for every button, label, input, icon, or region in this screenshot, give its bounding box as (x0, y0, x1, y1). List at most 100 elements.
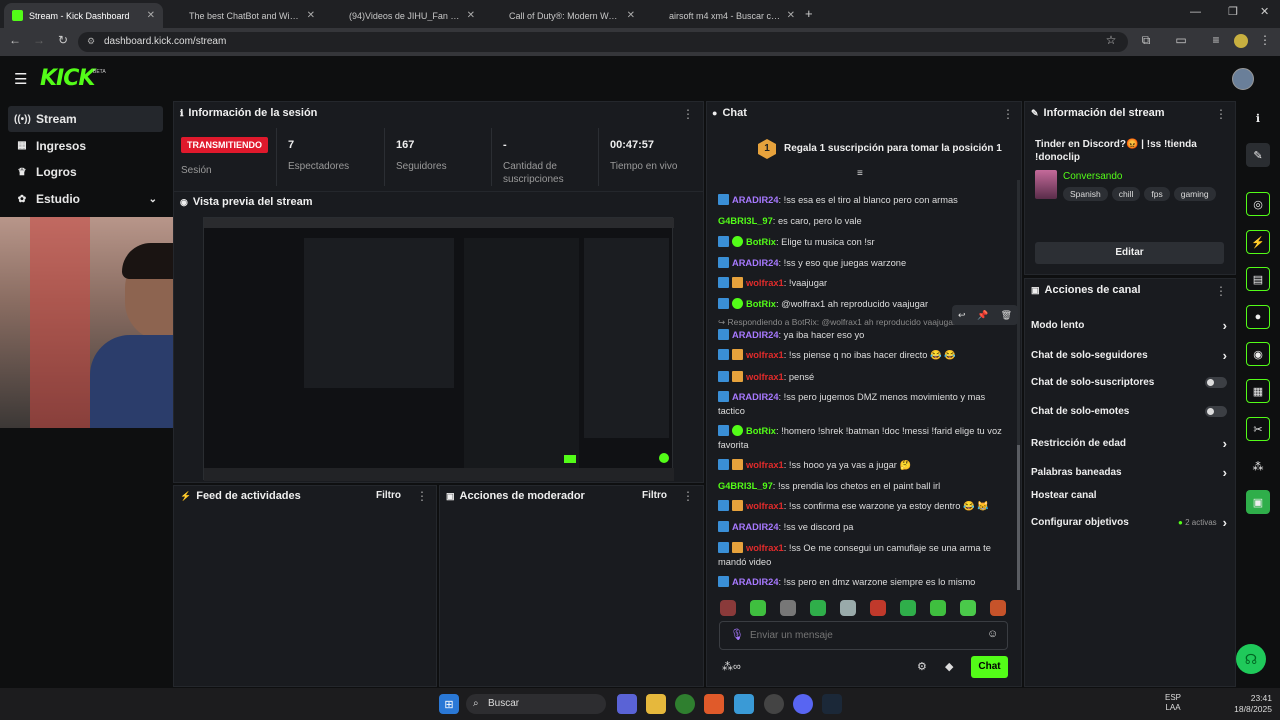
chat-username[interactable]: wolfrax1 (746, 460, 784, 470)
site-info-icon[interactable]: ⚙ (87, 36, 95, 47)
mod-filter-button[interactable]: Filtro (642, 490, 667, 501)
chat-scrollbar[interactable] (1017, 445, 1020, 590)
chat-username[interactable]: wolfrax1 (746, 372, 784, 382)
file-explorer-icon[interactable] (646, 694, 666, 714)
profile-avatar-icon[interactable] (1234, 34, 1248, 48)
chat-message[interactable]: wolfrax1: !ss confirma ese warzone ya es… (718, 499, 1008, 513)
chat-username[interactable]: ARADIR24 (732, 258, 779, 268)
chat-message[interactable]: ARADIR24: ya iba hacer eso yo (718, 328, 1008, 342)
mic-icon[interactable]: 🎙 (730, 628, 744, 641)
user-avatar[interactable] (1232, 68, 1254, 90)
chat-menu-icon[interactable]: ⋮ (1002, 107, 1014, 121)
cast-icon[interactable]: ▭ (1172, 33, 1190, 47)
browser-tab[interactable]: Stream - Kick Dashboard ✕ (4, 3, 163, 28)
emote-icon[interactable] (720, 600, 736, 616)
kick-logo[interactable]: KICK (40, 66, 95, 91)
nav-item-ingresos[interactable]: ▦ Ingresos (8, 133, 163, 159)
pin-icon[interactable]: 📌 (977, 310, 988, 321)
forward-icon[interactable]: → (30, 33, 48, 47)
browser-tab[interactable]: (94)Videos de JIHU_Fan (@juhu ✕ (324, 3, 483, 28)
toggle-switch[interactable] (1205, 377, 1227, 388)
emote-icon[interactable] (930, 600, 946, 616)
new-tab-button[interactable]: + (805, 6, 813, 21)
info-icon[interactable]: ℹ (1246, 106, 1270, 130)
browser-tab[interactable]: airsoft m4 xm4 - Buscar con Go ✕ (644, 3, 803, 28)
stream-info-menu-icon[interactable]: ⋮ (1215, 107, 1227, 121)
emote-icon[interactable] (840, 600, 856, 616)
browser-tab[interactable]: The best ChatBot and Widgets ✕ (164, 3, 323, 28)
chat-username[interactable]: G4BRI3L_97 (718, 216, 773, 226)
maximize-button[interactable]: ❐ (1228, 5, 1238, 18)
kicks-icon[interactable]: ⁂∞ (722, 660, 741, 673)
chat-message[interactable]: ARADIR24: !ss y eso que juegas warzone (718, 256, 1008, 270)
reload-icon[interactable]: ↻ (54, 33, 72, 47)
emote-icon[interactable] (810, 600, 826, 616)
bookmark-star-icon[interactable]: ☆ (1102, 33, 1120, 47)
emote-icon[interactable] (900, 600, 916, 616)
minimize-button[interactable]: — (1190, 6, 1201, 18)
url-input[interactable]: dashboard.kick.com/stream (78, 32, 1128, 52)
chat-message[interactable]: BotRix: !homero !shrek !batman !doc !mes… (718, 424, 1008, 452)
chat-username[interactable]: ARADIR24 (732, 522, 779, 532)
nav-item-estudio[interactable]: ✿ Estudio ⌄ (8, 186, 163, 212)
chat-username[interactable]: wolfrax1 (746, 278, 784, 288)
emote-icon[interactable] (960, 600, 976, 616)
edit-stream-button[interactable]: Editar (1035, 242, 1224, 264)
quick-emote-icon[interactable]: ◆ (945, 660, 953, 673)
chat-message[interactable]: ARADIR24: !ss ve discord pa (718, 520, 1008, 534)
chrome-icon[interactable] (675, 694, 695, 714)
layout-icon[interactable]: ▦ (1246, 379, 1270, 403)
chevron-down-icon[interactable]: ⌄ (149, 194, 157, 205)
document-icon[interactable]: ▤ (1246, 267, 1270, 291)
close-tab-icon[interactable]: ✕ (467, 10, 475, 21)
notepad-icon[interactable] (734, 694, 754, 714)
nav-item-logros[interactable]: ♛ Logros (8, 159, 163, 185)
emote-icon[interactable] (990, 600, 1006, 616)
chat-username[interactable]: wolfrax1 (746, 501, 784, 511)
chat-message-input[interactable] (750, 626, 970, 644)
chat-message[interactable]: BotRix: Elige tu musica con !sr (718, 235, 1008, 249)
bolt-icon[interactable]: ⚡ (1246, 230, 1270, 254)
channel-action-row[interactable]: Restricción de edad › (1031, 436, 1227, 451)
nav-item-stream[interactable]: ((•)) Stream (8, 106, 163, 132)
pinned-toggle-icon[interactable]: ≡ (857, 168, 863, 179)
channel-actions-menu-icon[interactable]: ⋮ (1215, 284, 1227, 298)
toggle-switch[interactable] (1205, 406, 1227, 417)
browser-tab[interactable]: Call of Duty®: Modern Warfare ✕ (484, 3, 643, 28)
chat-username[interactable]: G4BRI3L_97 (718, 481, 773, 491)
emoji-icon[interactable]: ☺ (987, 628, 998, 640)
chat-message[interactable]: G4BRI3L_97: es caro, pero lo vale (718, 214, 1008, 228)
obs-icon[interactable] (764, 694, 784, 714)
language-indicator[interactable]: ESP LAA (1165, 693, 1181, 713)
target-icon[interactable]: ◎ (1246, 192, 1270, 216)
send-chat-button[interactable]: Chat (971, 656, 1008, 678)
mod-menu-icon[interactable]: ⋮ (682, 489, 694, 503)
browser-menu-icon[interactable]: ⋮ (1256, 33, 1274, 47)
close-tab-icon[interactable]: ✕ (147, 10, 155, 21)
chat-username[interactable]: ARADIR24 (732, 195, 779, 205)
brave-icon[interactable] (704, 694, 724, 714)
close-tab-icon[interactable]: ✕ (307, 10, 315, 21)
pencil-icon[interactable]: ✎ (1246, 143, 1270, 167)
session-menu-icon[interactable]: ⋮ (682, 107, 694, 121)
chat-settings-icon[interactable]: ⚙ (917, 660, 927, 673)
chat-username[interactable]: ARADIR24 (732, 392, 779, 402)
discord-icon[interactable] (793, 694, 813, 714)
channel-action-row[interactable]: Chat de solo-seguidores › (1031, 348, 1227, 363)
taskbar-search[interactable]: ⌕ Buscar (466, 694, 606, 714)
close-tab-icon[interactable]: ✕ (627, 10, 635, 21)
broadcast-icon[interactable]: ◉ (1246, 342, 1270, 366)
chat-icon[interactable]: ● (1246, 305, 1270, 329)
wrench-icon[interactable]: ✂ (1246, 417, 1270, 441)
feed-menu-icon[interactable]: ⋮ (416, 489, 428, 503)
channel-action-row[interactable]: Configurar objetivos ● 2 activas › (1031, 515, 1227, 530)
chat-username[interactable]: BotRix (746, 237, 776, 247)
chat-username[interactable]: wolfrax1 (746, 543, 784, 553)
chat-message[interactable]: ARADIR24: !ss pero jugemos DMZ menos mov… (718, 390, 1008, 418)
category-name[interactable]: Conversando (1063, 171, 1122, 182)
chat-message[interactable]: wolfrax1: !ss piense q no ibas hacer dir… (718, 348, 1008, 362)
chat-message[interactable]: wolfrax1: !ss hooo ya ya vas a jugar 🤔 (718, 458, 1008, 472)
channel-action-row[interactable]: Palabras baneadas › (1031, 465, 1227, 480)
reply-icon[interactable]: ↩ (958, 310, 966, 321)
delete-icon[interactable]: 🗑 (1001, 310, 1012, 321)
